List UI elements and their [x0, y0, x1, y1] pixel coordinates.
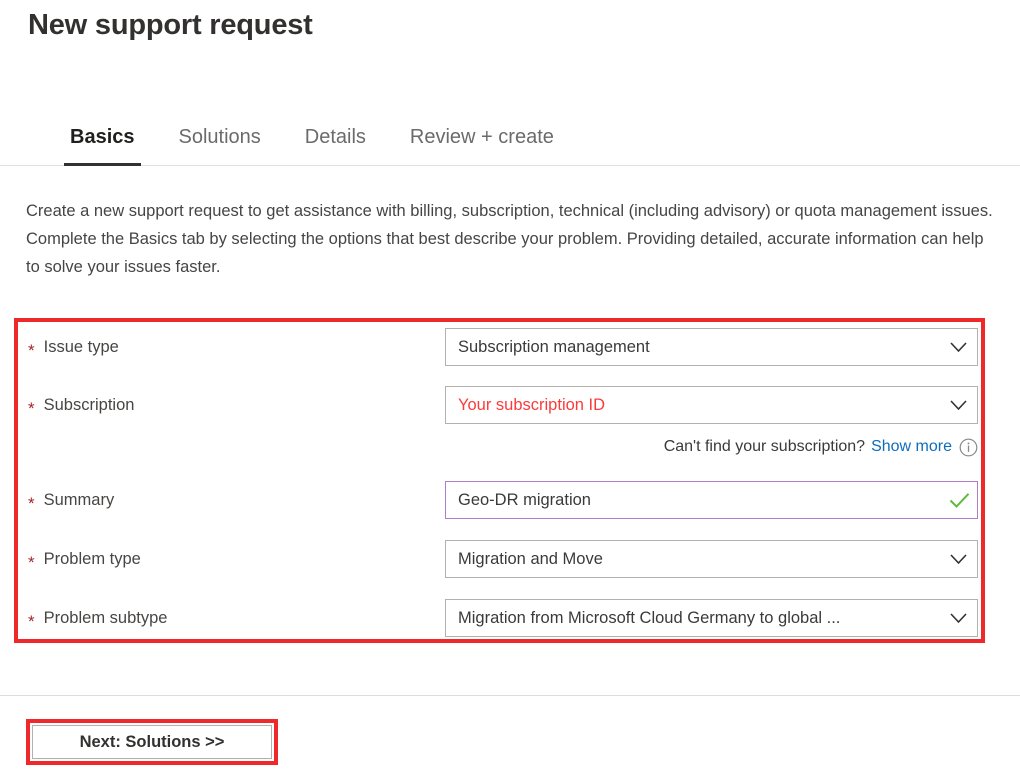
- label-problem-subtype: * Problem subtype: [28, 599, 167, 637]
- dropdown-subscription-value: Your subscription ID: [446, 396, 939, 415]
- next-solutions-button[interactable]: Next: Solutions >>: [32, 725, 272, 759]
- tab-review-create[interactable]: Review + create: [388, 108, 576, 166]
- field-row-problem-subtype: * Problem subtype Migration from Microso…: [0, 599, 1020, 637]
- label-issue-type-text: Issue type: [44, 338, 119, 357]
- required-asterisk-icon: *: [28, 400, 35, 417]
- tab-list: Basics Solutions Details Review + create: [48, 108, 576, 166]
- label-problem-type-text: Problem type: [44, 550, 141, 569]
- intro-description: Create a new support request to get assi…: [26, 197, 1001, 281]
- required-asterisk-icon: *: [28, 495, 35, 512]
- dropdown-problem-subtype[interactable]: Migration from Microsoft Cloud Germany t…: [445, 599, 978, 637]
- dropdown-issue-type-value: Subscription management: [446, 338, 939, 357]
- page-title: New support request: [28, 9, 313, 42]
- intro-line-1: Create a new support request to get assi…: [26, 197, 1001, 225]
- tab-basics[interactable]: Basics: [48, 108, 157, 166]
- label-summary-text: Summary: [44, 491, 115, 510]
- field-row-issue-type: * Issue type Subscription management: [0, 328, 1020, 366]
- subscription-hint-row: Can't find your subscription? Show more: [445, 434, 978, 460]
- field-row-subscription: * Subscription Your subscription ID: [0, 386, 1020, 424]
- chevron-down-icon: [939, 342, 977, 353]
- dropdown-problem-type[interactable]: Migration and Move: [445, 540, 978, 578]
- dropdown-issue-type[interactable]: Subscription management: [445, 328, 978, 366]
- info-circle-icon[interactable]: [959, 438, 978, 457]
- chevron-down-icon: [939, 613, 977, 624]
- tabstrip: Basics Solutions Details Review + create: [0, 108, 1020, 166]
- show-more-link[interactable]: Show more: [871, 438, 952, 456]
- label-issue-type: * Issue type: [28, 328, 119, 366]
- tab-details[interactable]: Details: [283, 108, 388, 166]
- label-summary: * Summary: [28, 481, 114, 519]
- required-asterisk-icon: *: [28, 342, 35, 359]
- label-problem-type: * Problem type: [28, 540, 141, 578]
- chevron-down-icon: [939, 554, 977, 565]
- chevron-down-icon: [939, 400, 977, 411]
- textbox-summary[interactable]: Geo-DR migration: [445, 481, 978, 519]
- field-row-summary: * Summary Geo-DR migration: [0, 481, 1020, 519]
- valid-checkmark-icon: [941, 492, 977, 509]
- footer-divider: [0, 695, 1020, 696]
- dropdown-problem-type-value: Migration and Move: [446, 550, 939, 569]
- label-problem-subtype-text: Problem subtype: [44, 609, 168, 628]
- dropdown-subscription[interactable]: Your subscription ID: [445, 386, 978, 424]
- label-subscription: * Subscription: [28, 386, 134, 424]
- label-subscription-text: Subscription: [44, 396, 135, 415]
- intro-line-2: Complete the Basics tab by selecting the…: [26, 225, 1001, 281]
- dropdown-problem-subtype-value: Migration from Microsoft Cloud Germany t…: [446, 609, 939, 628]
- field-row-problem-type: * Problem type Migration and Move: [0, 540, 1020, 578]
- textbox-summary-value: Geo-DR migration: [446, 491, 941, 510]
- required-asterisk-icon: *: [28, 554, 35, 571]
- tab-solutions[interactable]: Solutions: [157, 108, 283, 166]
- required-asterisk-icon: *: [28, 613, 35, 630]
- subscription-hint-text: Can't find your subscription?: [664, 438, 865, 456]
